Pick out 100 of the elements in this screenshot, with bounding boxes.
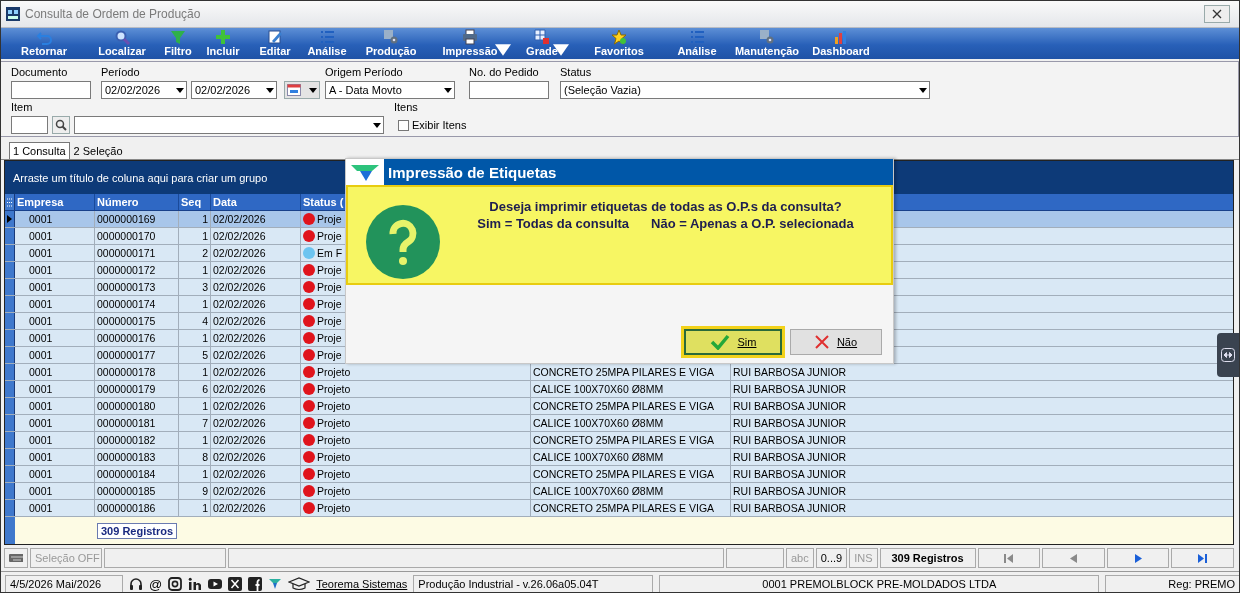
table-cell: 0000000177 (95, 347, 179, 363)
window-title: Consulta de Ordem de Produção (25, 7, 202, 21)
table-cell: 02/02/2026 (211, 466, 301, 482)
table-cell: RUI BARBOSA JUNIOR (733, 502, 847, 514)
table-cell: 0001 (15, 483, 95, 499)
status-text: Em F (317, 247, 343, 259)
table-cell: 0000000184 (95, 466, 179, 482)
table-cell: 0001 (15, 228, 95, 244)
table-cell: RUI BARBOSA JUNIOR (733, 485, 847, 497)
table-cell: 0001 (15, 364, 95, 380)
table-cell: 02/02/2026 (211, 347, 301, 363)
field-label: Origem Período (325, 66, 404, 79)
table-cell: 0001 (15, 381, 95, 397)
module-version: Produção Industrial - v.26.06a05.04T (413, 575, 654, 592)
table-cell: CALICE 100X70X60 Ø8MM (533, 383, 664, 395)
table-cell: 1 (179, 211, 211, 227)
status-text: Projeto (317, 400, 351, 412)
selection-status: Seleção OFF (30, 548, 102, 568)
field-label: Documento (11, 66, 69, 79)
record-count: 309 Registros (97, 522, 178, 539)
table-cell: 02/02/2026 (211, 228, 301, 244)
table-cell: 6 (179, 381, 211, 397)
table-cell: RUI BARBOSA JUNIOR (733, 366, 847, 378)
table-cell: 1 (179, 500, 211, 516)
dialog-title: Impressão de Etiquetas (387, 162, 557, 183)
table-cell: 0000000170 (95, 228, 179, 244)
status-text: Proje (317, 315, 342, 327)
table-cell: 3 (179, 279, 211, 295)
table-cell: 0001 (15, 313, 95, 329)
table-cell: CALICE 100X70X60 Ø8MM (533, 451, 664, 463)
table-cell: 02/02/2026 (211, 483, 301, 499)
field-label: Itens (394, 101, 419, 114)
record-count: 309 Registros (879, 548, 976, 568)
keyboard-indicator: abc (786, 548, 814, 568)
table-cell: CALICE 100X70X60 Ø8MM (533, 417, 664, 429)
table-cell: RUI BARBOSA JUNIOR (733, 468, 847, 480)
table-cell: 02/02/2026 (211, 330, 301, 346)
group-by-hint: Arraste um título de coluna aqui para criar um grupo (13, 171, 268, 184)
table-cell: 0000000172 (95, 262, 179, 278)
status-text: Projeto (317, 485, 351, 497)
dialog-message: Não = Apenas a O.P. selecionada (651, 216, 854, 231)
table-cell: 8 (179, 449, 211, 465)
table-cell: CALICE 100X70X60 Ø8MM (533, 485, 664, 497)
table-cell: 9 (179, 483, 211, 499)
date-label: 4/5/2026 Mai/2026 (5, 575, 123, 592)
status-text: Proje (317, 230, 342, 242)
table-cell: 1 (179, 466, 211, 482)
company-name: 0001 PREMOLBLOCK PRE-MOLDADOS LTDA (659, 575, 1100, 592)
table-cell: 7 (179, 415, 211, 431)
table-cell: 0000000182 (95, 432, 179, 448)
table-cell: 0000000174 (95, 296, 179, 312)
table-cell: CONCRETO 25MPA PILARES E VIGA (533, 400, 715, 412)
table-cell: 02/02/2026 (211, 415, 301, 431)
field-label: Item (11, 101, 34, 114)
table-cell: RUI BARBOSA JUNIOR (733, 383, 847, 395)
table-cell: 02/02/2026 (211, 211, 301, 227)
table-cell: 02/02/2026 (211, 245, 301, 261)
table-cell: CONCRETO 25MPA PILARES E VIGA (533, 434, 715, 446)
table-cell: 02/02/2026 (211, 296, 301, 312)
table-cell: 02/02/2026 (211, 398, 301, 414)
keyboard-indicator: 0...9 (815, 548, 848, 568)
dialog-message: Deseja imprimir etiquetas de todas as O.P.s da consulta? (489, 199, 842, 214)
table-cell: 02/02/2026 (211, 364, 301, 380)
table-cell: 0000000178 (95, 364, 179, 380)
status-text: Projeto (317, 417, 351, 429)
table-cell: 0001 (15, 432, 95, 448)
keyboard-indicator: INS (849, 548, 878, 568)
table-cell: 0000000179 (95, 381, 179, 397)
table-cell: 0001 (15, 398, 95, 414)
table-cell: 02/02/2026 (211, 381, 301, 397)
table-cell: 5 (179, 347, 211, 363)
table-cell: 0000000169 (95, 211, 179, 227)
status-text: Proje (317, 213, 342, 225)
table-cell: 0001 (15, 262, 95, 278)
table-cell: 1 (179, 296, 211, 312)
table-cell: CONCRETO 25MPA PILARES E VIGA (533, 366, 715, 378)
table-cell: 0000000176 (95, 330, 179, 346)
table-cell: 02/02/2026 (211, 262, 301, 278)
status-text: Projeto (317, 383, 351, 395)
table-cell: 0001 (15, 449, 95, 465)
table-cell: 02/02/2026 (211, 500, 301, 516)
table-cell: CONCRETO 25MPA PILARES E VIGA (533, 468, 715, 480)
table-cell: CONCRETO 25MPA PILARES E VIGA (533, 502, 715, 514)
table-cell: 0000000185 (95, 483, 179, 499)
table-cell: 02/02/2026 (211, 313, 301, 329)
field-label: No. do Pedido (469, 66, 540, 79)
table-cell: 0001 (15, 415, 95, 431)
table-cell: 0001 (15, 500, 95, 516)
status-text: Projeto (317, 451, 351, 463)
field-label: Status (560, 66, 593, 79)
table-cell: 02/02/2026 (211, 279, 301, 295)
status-text: Projeto (317, 366, 351, 378)
table-cell: 1 (179, 262, 211, 278)
table-cell: 0000000180 (95, 398, 179, 414)
table-cell: 0000000173 (95, 279, 179, 295)
status-text: Proje (317, 298, 342, 310)
table-cell: 1 (179, 330, 211, 346)
table-cell: 1 (179, 398, 211, 414)
status-text: Projeto (317, 468, 351, 480)
table-cell: 1 (179, 228, 211, 244)
